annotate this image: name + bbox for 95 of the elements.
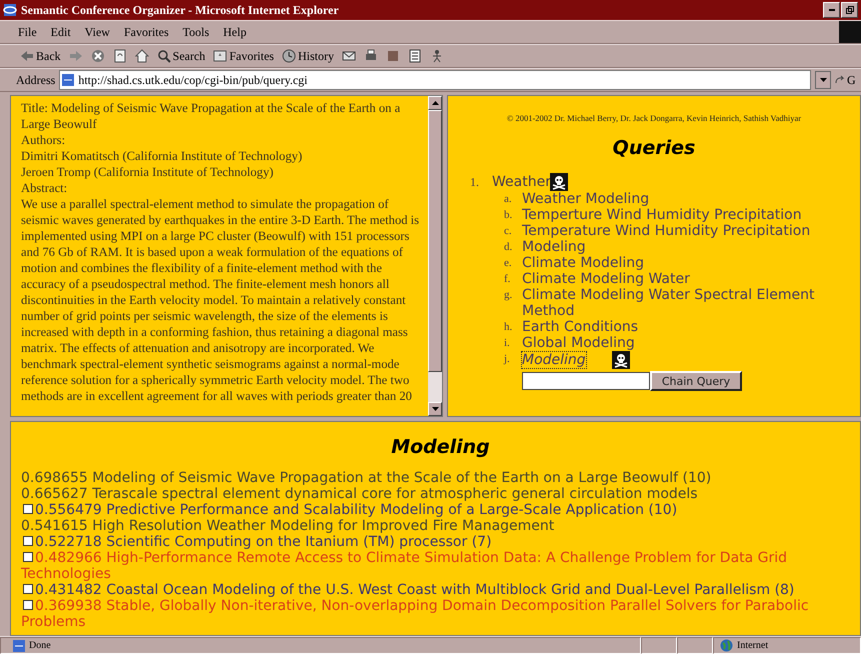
list-number: 1. [470,174,480,190]
history-icon [282,49,296,63]
zone-text: Internet [737,640,768,651]
list-letter: j. [504,352,511,367]
up-arrow-icon [432,101,438,105]
stop-icon [90,49,105,63]
status-text: Done [29,640,51,651]
paper-text: Authors: [21,132,66,148]
print-button[interactable] [364,49,378,63]
paper-text: Abstract: [21,180,68,196]
menu-item[interactable]: File [18,24,37,40]
query-link[interactable]: Earth Conditions [522,319,638,335]
paper-text: Title: Modeling of Seismic Wave Propagation at the Scale of the Earth on a Large Beowulf [21,100,402,132]
paper-text: Jeroen Tromp (California Institute of Technology) [21,164,274,180]
menu-item[interactable]: Help [223,24,246,40]
list-letter: i. [504,336,511,351]
discuss-icon [408,49,422,63]
mail-button[interactable] [342,49,356,63]
back-button[interactable]: Back [20,48,61,64]
stop-button[interactable] [90,49,105,63]
list-letter: g. [504,288,514,303]
search-button[interactable]: Search [156,48,206,64]
menu-item[interactable]: Edit [50,24,71,40]
scroll-up-button[interactable] [428,96,442,110]
back-icon [20,49,34,63]
page-icon [62,74,74,86]
list-letter: a. [504,192,513,207]
checkbox[interactable] [23,600,33,610]
query-link[interactable]: Temperture Wind Humidity Precipitation [522,207,802,223]
browser-icon [3,3,17,17]
query-link[interactable]: Temperature Wind Humidity Precipitation [522,223,810,239]
minimize-icon [828,9,834,11]
down-arrow-icon [432,407,438,411]
go-button[interactable]: G [835,72,861,88]
checkbox[interactable] [23,504,33,514]
menu-item[interactable]: Tools [182,24,210,40]
refresh-icon [112,49,127,63]
checkbox[interactable] [23,584,33,594]
discuss-button[interactable] [408,49,422,63]
scroll-down-button[interactable] [428,402,442,416]
window-title: Semantic Conference Organizer - Microsoft Internet Explorer [21,2,340,18]
paper-text: We use a parallel spectral-element method to simulate the propagation of seismic waves generated by earthquakes in the entire 3-D Earth. The method is implemented using MPI on a large PC cluster (Beowulf) with 151 processors and 76 Gb of RAM. It is based upon a weak formulation of the equations of motion and combines the flexibility of a finite-element method with the accuracy of a pseudospectral method. The finite-element mesh honors all discontinuities in the Earth velocity model. To maintain a relatively constant number of grid points per seismic wavelength, the size of the elements is increased with depth in a conforming fashion, thus retaining a diagonal mass matrix. The effects of attenuation and anisotropy are incorporated. We benchmark spectral-element synthetic seismograms against a normal-mode reference solution for a spherically symmetric Earth velocity model. The two methods are in excellent agreement for all waves with periods greater than 20 [21,196,420,404]
skull-icon[interactable] [612,351,630,369]
query-link[interactable]: Global Modeling [522,335,635,351]
mail-icon [342,49,356,63]
restore-icon [846,6,854,14]
dropdown-button[interactable] [815,71,831,89]
history-button[interactable]: History [282,48,334,64]
copyright-text: © 2001-2002 Dr. Michael Berry, Dr. Jack Dongarra, Kevin Heinrich, Sathish Vadhiyar [506,113,802,123]
query-input-field[interactable] [522,372,650,390]
result-link[interactable]: 0.556479 Predictive Performance and Scalability Modeling of a Large-Scale Application (10) [21,502,824,518]
query-link[interactable]: Climate Modeling [522,255,644,271]
query-link[interactable]: Climate Modeling Water [522,271,690,287]
caret-icon [820,78,826,82]
checkbox[interactable] [23,552,33,562]
list-letter: h. [504,320,514,335]
globe-icon [720,639,733,652]
page-icon [13,640,25,652]
result-link[interactable]: 0.541615 High Resolution Weather Modeling for Improved Fire Management [21,518,824,534]
list-letter: b. [504,208,514,223]
address-field[interactable]: http://shad.cs.utk.edu/cop/cgi-bin/pub/query.cgi [59,70,811,90]
favorites-icon [213,49,228,63]
address-label: Address [16,72,56,88]
scrollbar[interactable] [428,96,442,416]
scroll-thumb[interactable] [428,110,442,372]
result-link[interactable]: 0.522718 Scientific Computing on the Itanium (TM) processor (7) [21,534,824,550]
list-letter: d. [504,240,514,255]
checkbox[interactable] [23,536,33,546]
result-link[interactable]: 0.665627 Terascale spectral element dynamical core for atmospheric general circulation models [21,486,824,502]
forward-icon [68,49,83,63]
restore-button[interactable] [841,2,858,18]
result-link[interactable]: 0.431482 Coastal Ocean Modeling of the U.S. West Coast with Multiblock Grid and Dual-Level Parallelism (8) [21,582,824,598]
queries-heading: Queries [612,137,696,159]
minimize-button[interactable] [823,2,840,18]
results-heading: Modeling [390,436,491,458]
skull-icon[interactable] [550,173,568,191]
query-link[interactable]: Weather Modeling [522,191,650,207]
list-letter: c. [504,224,513,239]
favorites-button[interactable]: Favorites [213,48,274,64]
query-link[interactable]: Climate Modeling Water Spectral Element Method [522,287,832,319]
paper-text: Dimitri Komatitsch (California Institute of Technology) [21,148,304,164]
home-icon [134,49,149,63]
refresh-button[interactable] [112,49,127,63]
go-arrow-icon [835,75,845,85]
home-button[interactable] [134,49,149,63]
menu-item[interactable]: Favorites [124,24,169,40]
menu-item[interactable]: View [84,24,110,40]
list-letter: e. [504,256,513,271]
print-icon [364,49,378,63]
chain-query-button[interactable]: Chain Query [650,371,742,391]
search-icon [156,49,171,63]
list-letter: f. [504,272,512,287]
query-link[interactable]: Modeling [522,239,586,255]
query-link[interactable]: Modeling [522,352,586,368]
result-link[interactable]: 0.698655 Modeling of Seismic Wave Propagation at the Scale of the Earth on a Large Beowulf (10) [21,470,824,486]
